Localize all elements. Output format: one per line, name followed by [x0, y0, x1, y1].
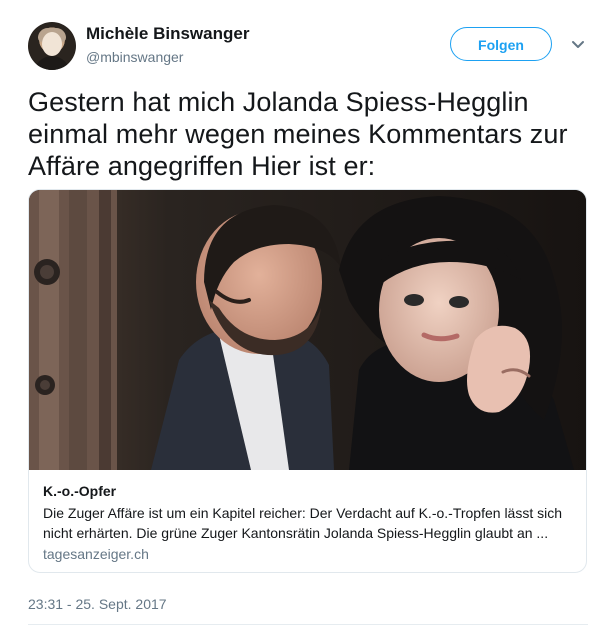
card-domain: tagesanzeiger.ch — [43, 546, 149, 562]
avatar[interactable] — [28, 22, 76, 70]
card-description-line-2: nicht erhärten. Die grüne Zuger Kantonsr… — [43, 525, 549, 541]
more-options-button[interactable] — [566, 34, 590, 58]
avatar-shirt — [34, 56, 70, 70]
avatar-face — [42, 32, 62, 56]
author-name[interactable]: Michèle Binswanger — [86, 24, 249, 44]
chevron-down-icon — [570, 36, 586, 57]
divider — [28, 624, 588, 625]
follow-button[interactable]: Folgen — [450, 27, 552, 61]
author-handle[interactable]: @mbinswanger — [86, 48, 183, 66]
timestamp[interactable]: 23:31 - 25. Sept. 2017 — [28, 595, 167, 613]
tweet: Michèle Binswanger @mbinswanger Folgen G… — [0, 0, 611, 627]
card-description-line-1: Die Zuger Affäre ist um ein Kapitel reic… — [43, 505, 563, 521]
tweet-text: Gestern hat mich Jolanda Spiess-Hegglin … — [28, 87, 568, 181]
card-title[interactable]: K.-o.-Opfer — [43, 482, 116, 500]
card-image[interactable] — [29, 190, 586, 470]
link-card[interactable]: K.-o.-Opfer Die Zuger Affäre ist um ein … — [28, 189, 587, 573]
